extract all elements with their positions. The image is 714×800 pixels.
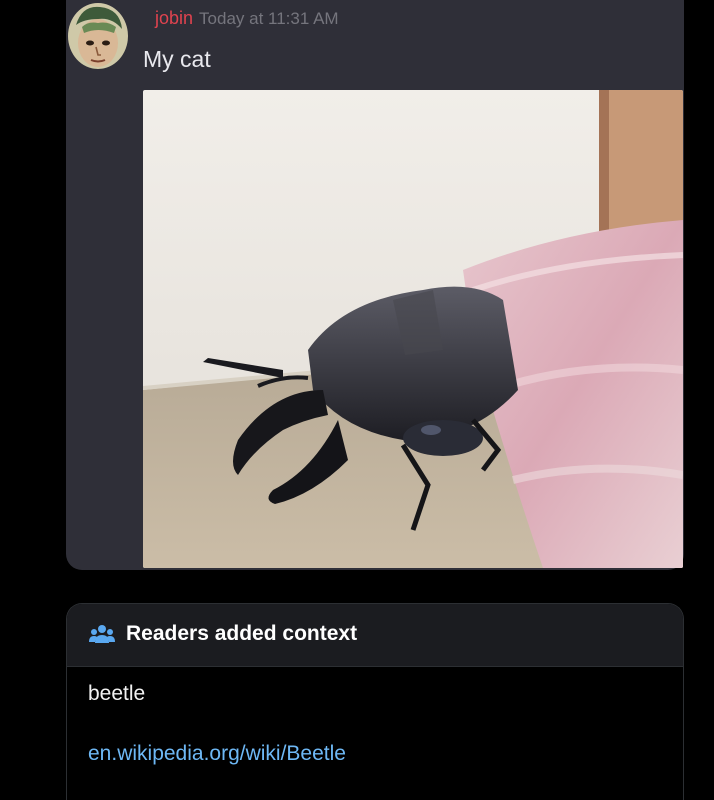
avatar-portrait-icon xyxy=(68,3,128,69)
context-header: Readers added context xyxy=(67,604,683,667)
wikipedia-link[interactable]: en.wikipedia.org/wiki/Beetle xyxy=(88,742,346,766)
avatar[interactable] xyxy=(68,3,128,69)
message-text: My cat xyxy=(143,46,211,72)
people-icon xyxy=(89,625,115,643)
context-title: Readers added context xyxy=(126,622,358,645)
message-header: jobin Today at 11:31 AM xyxy=(155,8,339,29)
screenshot: jobin Today at 11:31 AM My cat Readers a… xyxy=(0,0,714,800)
community-notes-card: Readers added context beetle en.wikipedi… xyxy=(66,603,684,800)
username[interactable]: jobin xyxy=(155,8,193,28)
context-body: beetle xyxy=(88,682,146,705)
beetle-photo-image xyxy=(143,90,683,568)
message-timestamp: Today at 11:31 AM xyxy=(199,9,339,28)
attached-photo[interactable] xyxy=(143,90,683,568)
